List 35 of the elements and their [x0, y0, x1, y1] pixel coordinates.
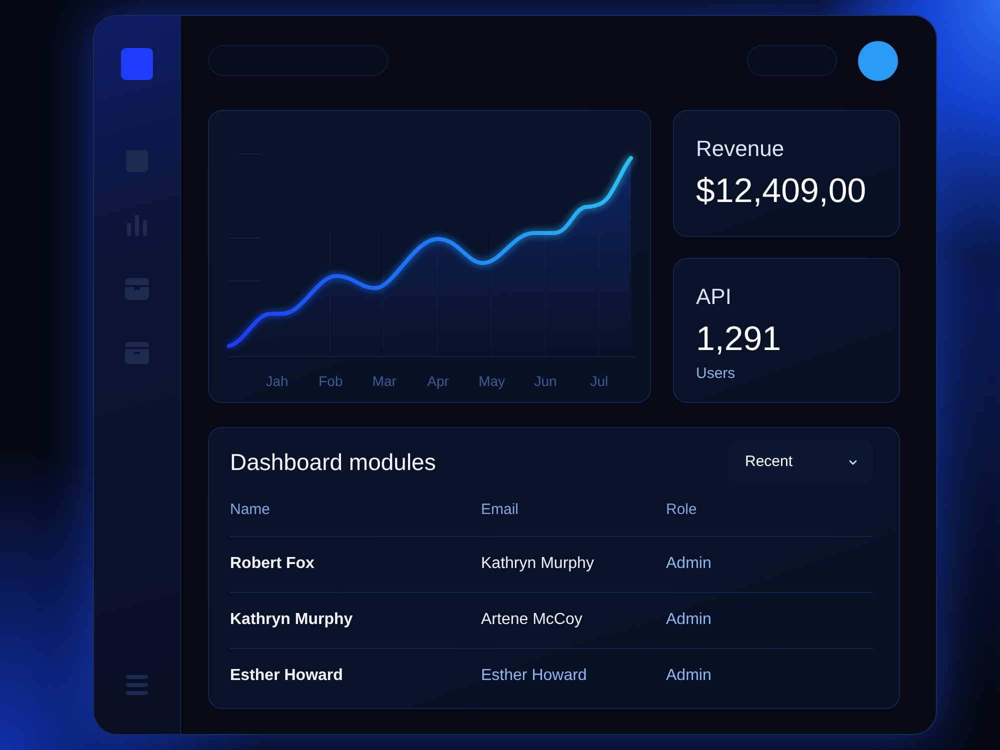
column-header: Role	[666, 500, 697, 520]
avatar-icon[interactable]	[858, 40, 898, 80]
stat-value: 1,291	[696, 319, 782, 359]
column-header: Email	[481, 500, 519, 520]
briefcase-icon[interactable]	[125, 278, 149, 300]
header-button[interactable]	[747, 45, 837, 76]
stat-caption: Users	[696, 365, 736, 383]
chevron-down-icon	[849, 460, 857, 464]
table-cell-text: Robert Fox	[230, 554, 314, 574]
table-title: Dashboard modules	[230, 448, 436, 477]
table-cell-text: Artene McCoy	[481, 610, 582, 630]
logo-icon	[121, 48, 153, 80]
month-label: Apr	[427, 373, 449, 389]
table-cell-text: Esther Howard	[230, 666, 343, 686]
column-header: Name	[230, 500, 270, 520]
table-cell-text: Kathryn Murphy	[230, 610, 353, 630]
table-cell-text: Admin	[666, 554, 712, 574]
month-label: Mar	[372, 373, 396, 389]
stat-label: Revenue	[696, 135, 784, 163]
search-field[interactable]	[208, 45, 388, 76]
month-label: Jun	[534, 373, 557, 389]
menu-icon[interactable]	[125, 674, 149, 696]
month-label: Jah	[266, 373, 288, 389]
month-label: Fob	[318, 373, 343, 389]
archive-box-icon[interactable]	[125, 342, 149, 364]
month-label: Jul	[590, 373, 608, 389]
sort-dropdown[interactable]: Recent	[729, 440, 873, 484]
table-cell-text: Esther Howard	[481, 666, 587, 686]
bar-chart-icon[interactable]	[125, 214, 149, 236]
stat-value: $12,409,00	[696, 171, 866, 211]
table-cell-text: Admin	[666, 610, 712, 630]
month-label: May	[478, 373, 506, 389]
table-cell-text: Admin	[666, 666, 712, 686]
table-cell-text: Kathryn Murphy	[481, 554, 594, 574]
stat-label: API	[696, 283, 732, 311]
